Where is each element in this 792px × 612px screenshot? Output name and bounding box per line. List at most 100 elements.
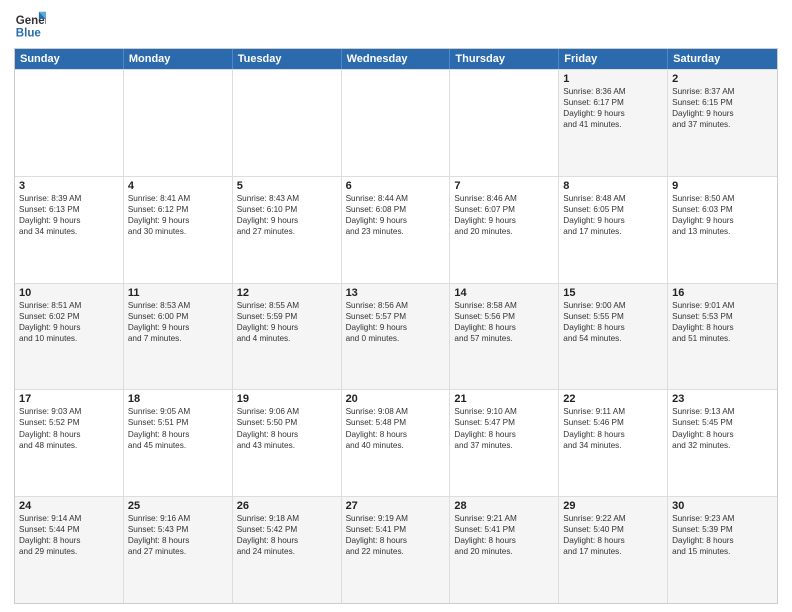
day-number: 25 xyxy=(128,500,228,512)
calendar-cell xyxy=(15,70,124,176)
day-number: 17 xyxy=(19,393,119,405)
calendar-cell: 12Sunrise: 8:55 AM Sunset: 5:59 PM Dayli… xyxy=(233,284,342,390)
day-number: 2 xyxy=(672,73,773,85)
day-number: 14 xyxy=(454,287,554,299)
weekday-header: Wednesday xyxy=(342,49,451,69)
day-number: 27 xyxy=(346,500,446,512)
day-info: Sunrise: 8:53 AM Sunset: 6:00 PM Dayligh… xyxy=(128,300,228,344)
calendar-row: 3Sunrise: 8:39 AM Sunset: 6:13 PM Daylig… xyxy=(15,176,777,283)
calendar-cell: 2Sunrise: 8:37 AM Sunset: 6:15 PM Daylig… xyxy=(668,70,777,176)
calendar-cell: 30Sunrise: 9:23 AM Sunset: 5:39 PM Dayli… xyxy=(668,497,777,603)
day-info: Sunrise: 8:46 AM Sunset: 6:07 PM Dayligh… xyxy=(454,193,554,237)
calendar-cell: 29Sunrise: 9:22 AM Sunset: 5:40 PM Dayli… xyxy=(559,497,668,603)
day-info: Sunrise: 8:48 AM Sunset: 6:05 PM Dayligh… xyxy=(563,193,663,237)
day-info: Sunrise: 9:05 AM Sunset: 5:51 PM Dayligh… xyxy=(128,406,228,450)
calendar-cell: 27Sunrise: 9:19 AM Sunset: 5:41 PM Dayli… xyxy=(342,497,451,603)
day-info: Sunrise: 8:41 AM Sunset: 6:12 PM Dayligh… xyxy=(128,193,228,237)
calendar-cell xyxy=(450,70,559,176)
header: General Blue xyxy=(14,10,778,42)
day-info: Sunrise: 8:51 AM Sunset: 6:02 PM Dayligh… xyxy=(19,300,119,344)
calendar-cell: 25Sunrise: 9:16 AM Sunset: 5:43 PM Dayli… xyxy=(124,497,233,603)
day-info: Sunrise: 9:16 AM Sunset: 5:43 PM Dayligh… xyxy=(128,513,228,557)
day-number: 11 xyxy=(128,287,228,299)
day-info: Sunrise: 9:14 AM Sunset: 5:44 PM Dayligh… xyxy=(19,513,119,557)
calendar-cell: 10Sunrise: 8:51 AM Sunset: 6:02 PM Dayli… xyxy=(15,284,124,390)
calendar-cell: 28Sunrise: 9:21 AM Sunset: 5:41 PM Dayli… xyxy=(450,497,559,603)
calendar-cell: 3Sunrise: 8:39 AM Sunset: 6:13 PM Daylig… xyxy=(15,177,124,283)
day-number: 12 xyxy=(237,287,337,299)
calendar-cell: 23Sunrise: 9:13 AM Sunset: 5:45 PM Dayli… xyxy=(668,390,777,496)
day-info: Sunrise: 9:23 AM Sunset: 5:39 PM Dayligh… xyxy=(672,513,773,557)
day-number: 30 xyxy=(672,500,773,512)
calendar: SundayMondayTuesdayWednesdayThursdayFrid… xyxy=(14,48,778,604)
day-number: 19 xyxy=(237,393,337,405)
day-info: Sunrise: 8:56 AM Sunset: 5:57 PM Dayligh… xyxy=(346,300,446,344)
day-number: 20 xyxy=(346,393,446,405)
day-number: 26 xyxy=(237,500,337,512)
calendar-cell: 5Sunrise: 8:43 AM Sunset: 6:10 PM Daylig… xyxy=(233,177,342,283)
calendar-cell: 14Sunrise: 8:58 AM Sunset: 5:56 PM Dayli… xyxy=(450,284,559,390)
calendar-cell xyxy=(342,70,451,176)
calendar-cell: 4Sunrise: 8:41 AM Sunset: 6:12 PM Daylig… xyxy=(124,177,233,283)
calendar-row: 24Sunrise: 9:14 AM Sunset: 5:44 PM Dayli… xyxy=(15,496,777,603)
weekday-header: Sunday xyxy=(15,49,124,69)
day-info: Sunrise: 9:18 AM Sunset: 5:42 PM Dayligh… xyxy=(237,513,337,557)
day-info: Sunrise: 9:03 AM Sunset: 5:52 PM Dayligh… xyxy=(19,406,119,450)
day-info: Sunrise: 8:58 AM Sunset: 5:56 PM Dayligh… xyxy=(454,300,554,344)
day-number: 16 xyxy=(672,287,773,299)
day-number: 13 xyxy=(346,287,446,299)
calendar-cell: 21Sunrise: 9:10 AM Sunset: 5:47 PM Dayli… xyxy=(450,390,559,496)
weekday-header: Friday xyxy=(559,49,668,69)
calendar-header: SundayMondayTuesdayWednesdayThursdayFrid… xyxy=(15,49,777,69)
day-info: Sunrise: 9:11 AM Sunset: 5:46 PM Dayligh… xyxy=(563,406,663,450)
weekday-header: Monday xyxy=(124,49,233,69)
calendar-cell: 16Sunrise: 9:01 AM Sunset: 5:53 PM Dayli… xyxy=(668,284,777,390)
day-number: 8 xyxy=(563,180,663,192)
day-info: Sunrise: 9:08 AM Sunset: 5:48 PM Dayligh… xyxy=(346,406,446,450)
day-info: Sunrise: 8:55 AM Sunset: 5:59 PM Dayligh… xyxy=(237,300,337,344)
calendar-cell: 17Sunrise: 9:03 AM Sunset: 5:52 PM Dayli… xyxy=(15,390,124,496)
day-number: 3 xyxy=(19,180,119,192)
logo-icon: General Blue xyxy=(14,10,46,42)
day-info: Sunrise: 9:00 AM Sunset: 5:55 PM Dayligh… xyxy=(563,300,663,344)
calendar-cell: 24Sunrise: 9:14 AM Sunset: 5:44 PM Dayli… xyxy=(15,497,124,603)
calendar-cell xyxy=(233,70,342,176)
calendar-cell: 26Sunrise: 9:18 AM Sunset: 5:42 PM Dayli… xyxy=(233,497,342,603)
calendar-cell: 8Sunrise: 8:48 AM Sunset: 6:05 PM Daylig… xyxy=(559,177,668,283)
day-info: Sunrise: 8:50 AM Sunset: 6:03 PM Dayligh… xyxy=(672,193,773,237)
calendar-cell: 20Sunrise: 9:08 AM Sunset: 5:48 PM Dayli… xyxy=(342,390,451,496)
day-number: 6 xyxy=(346,180,446,192)
calendar-cell: 9Sunrise: 8:50 AM Sunset: 6:03 PM Daylig… xyxy=(668,177,777,283)
day-number: 1 xyxy=(563,73,663,85)
weekday-header: Thursday xyxy=(450,49,559,69)
day-number: 4 xyxy=(128,180,228,192)
calendar-body: 1Sunrise: 8:36 AM Sunset: 6:17 PM Daylig… xyxy=(15,69,777,603)
day-number: 23 xyxy=(672,393,773,405)
day-number: 7 xyxy=(454,180,554,192)
calendar-cell: 22Sunrise: 9:11 AM Sunset: 5:46 PM Dayli… xyxy=(559,390,668,496)
day-number: 5 xyxy=(237,180,337,192)
svg-text:Blue: Blue xyxy=(16,28,42,40)
day-number: 28 xyxy=(454,500,554,512)
day-info: Sunrise: 9:10 AM Sunset: 5:47 PM Dayligh… xyxy=(454,406,554,450)
day-info: Sunrise: 8:43 AM Sunset: 6:10 PM Dayligh… xyxy=(237,193,337,237)
day-info: Sunrise: 9:01 AM Sunset: 5:53 PM Dayligh… xyxy=(672,300,773,344)
day-number: 29 xyxy=(563,500,663,512)
calendar-cell xyxy=(124,70,233,176)
day-number: 18 xyxy=(128,393,228,405)
day-info: Sunrise: 8:36 AM Sunset: 6:17 PM Dayligh… xyxy=(563,86,663,130)
calendar-cell: 7Sunrise: 8:46 AM Sunset: 6:07 PM Daylig… xyxy=(450,177,559,283)
calendar-cell: 6Sunrise: 8:44 AM Sunset: 6:08 PM Daylig… xyxy=(342,177,451,283)
day-info: Sunrise: 8:37 AM Sunset: 6:15 PM Dayligh… xyxy=(672,86,773,130)
calendar-cell: 19Sunrise: 9:06 AM Sunset: 5:50 PM Dayli… xyxy=(233,390,342,496)
day-info: Sunrise: 9:19 AM Sunset: 5:41 PM Dayligh… xyxy=(346,513,446,557)
page: General Blue SundayMondayTuesdayWednesda… xyxy=(0,0,792,612)
weekday-header: Tuesday xyxy=(233,49,342,69)
day-number: 22 xyxy=(563,393,663,405)
day-info: Sunrise: 9:06 AM Sunset: 5:50 PM Dayligh… xyxy=(237,406,337,450)
day-number: 15 xyxy=(563,287,663,299)
calendar-row: 10Sunrise: 8:51 AM Sunset: 6:02 PM Dayli… xyxy=(15,283,777,390)
calendar-row: 17Sunrise: 9:03 AM Sunset: 5:52 PM Dayli… xyxy=(15,389,777,496)
day-info: Sunrise: 9:21 AM Sunset: 5:41 PM Dayligh… xyxy=(454,513,554,557)
logo: General Blue xyxy=(14,10,46,42)
